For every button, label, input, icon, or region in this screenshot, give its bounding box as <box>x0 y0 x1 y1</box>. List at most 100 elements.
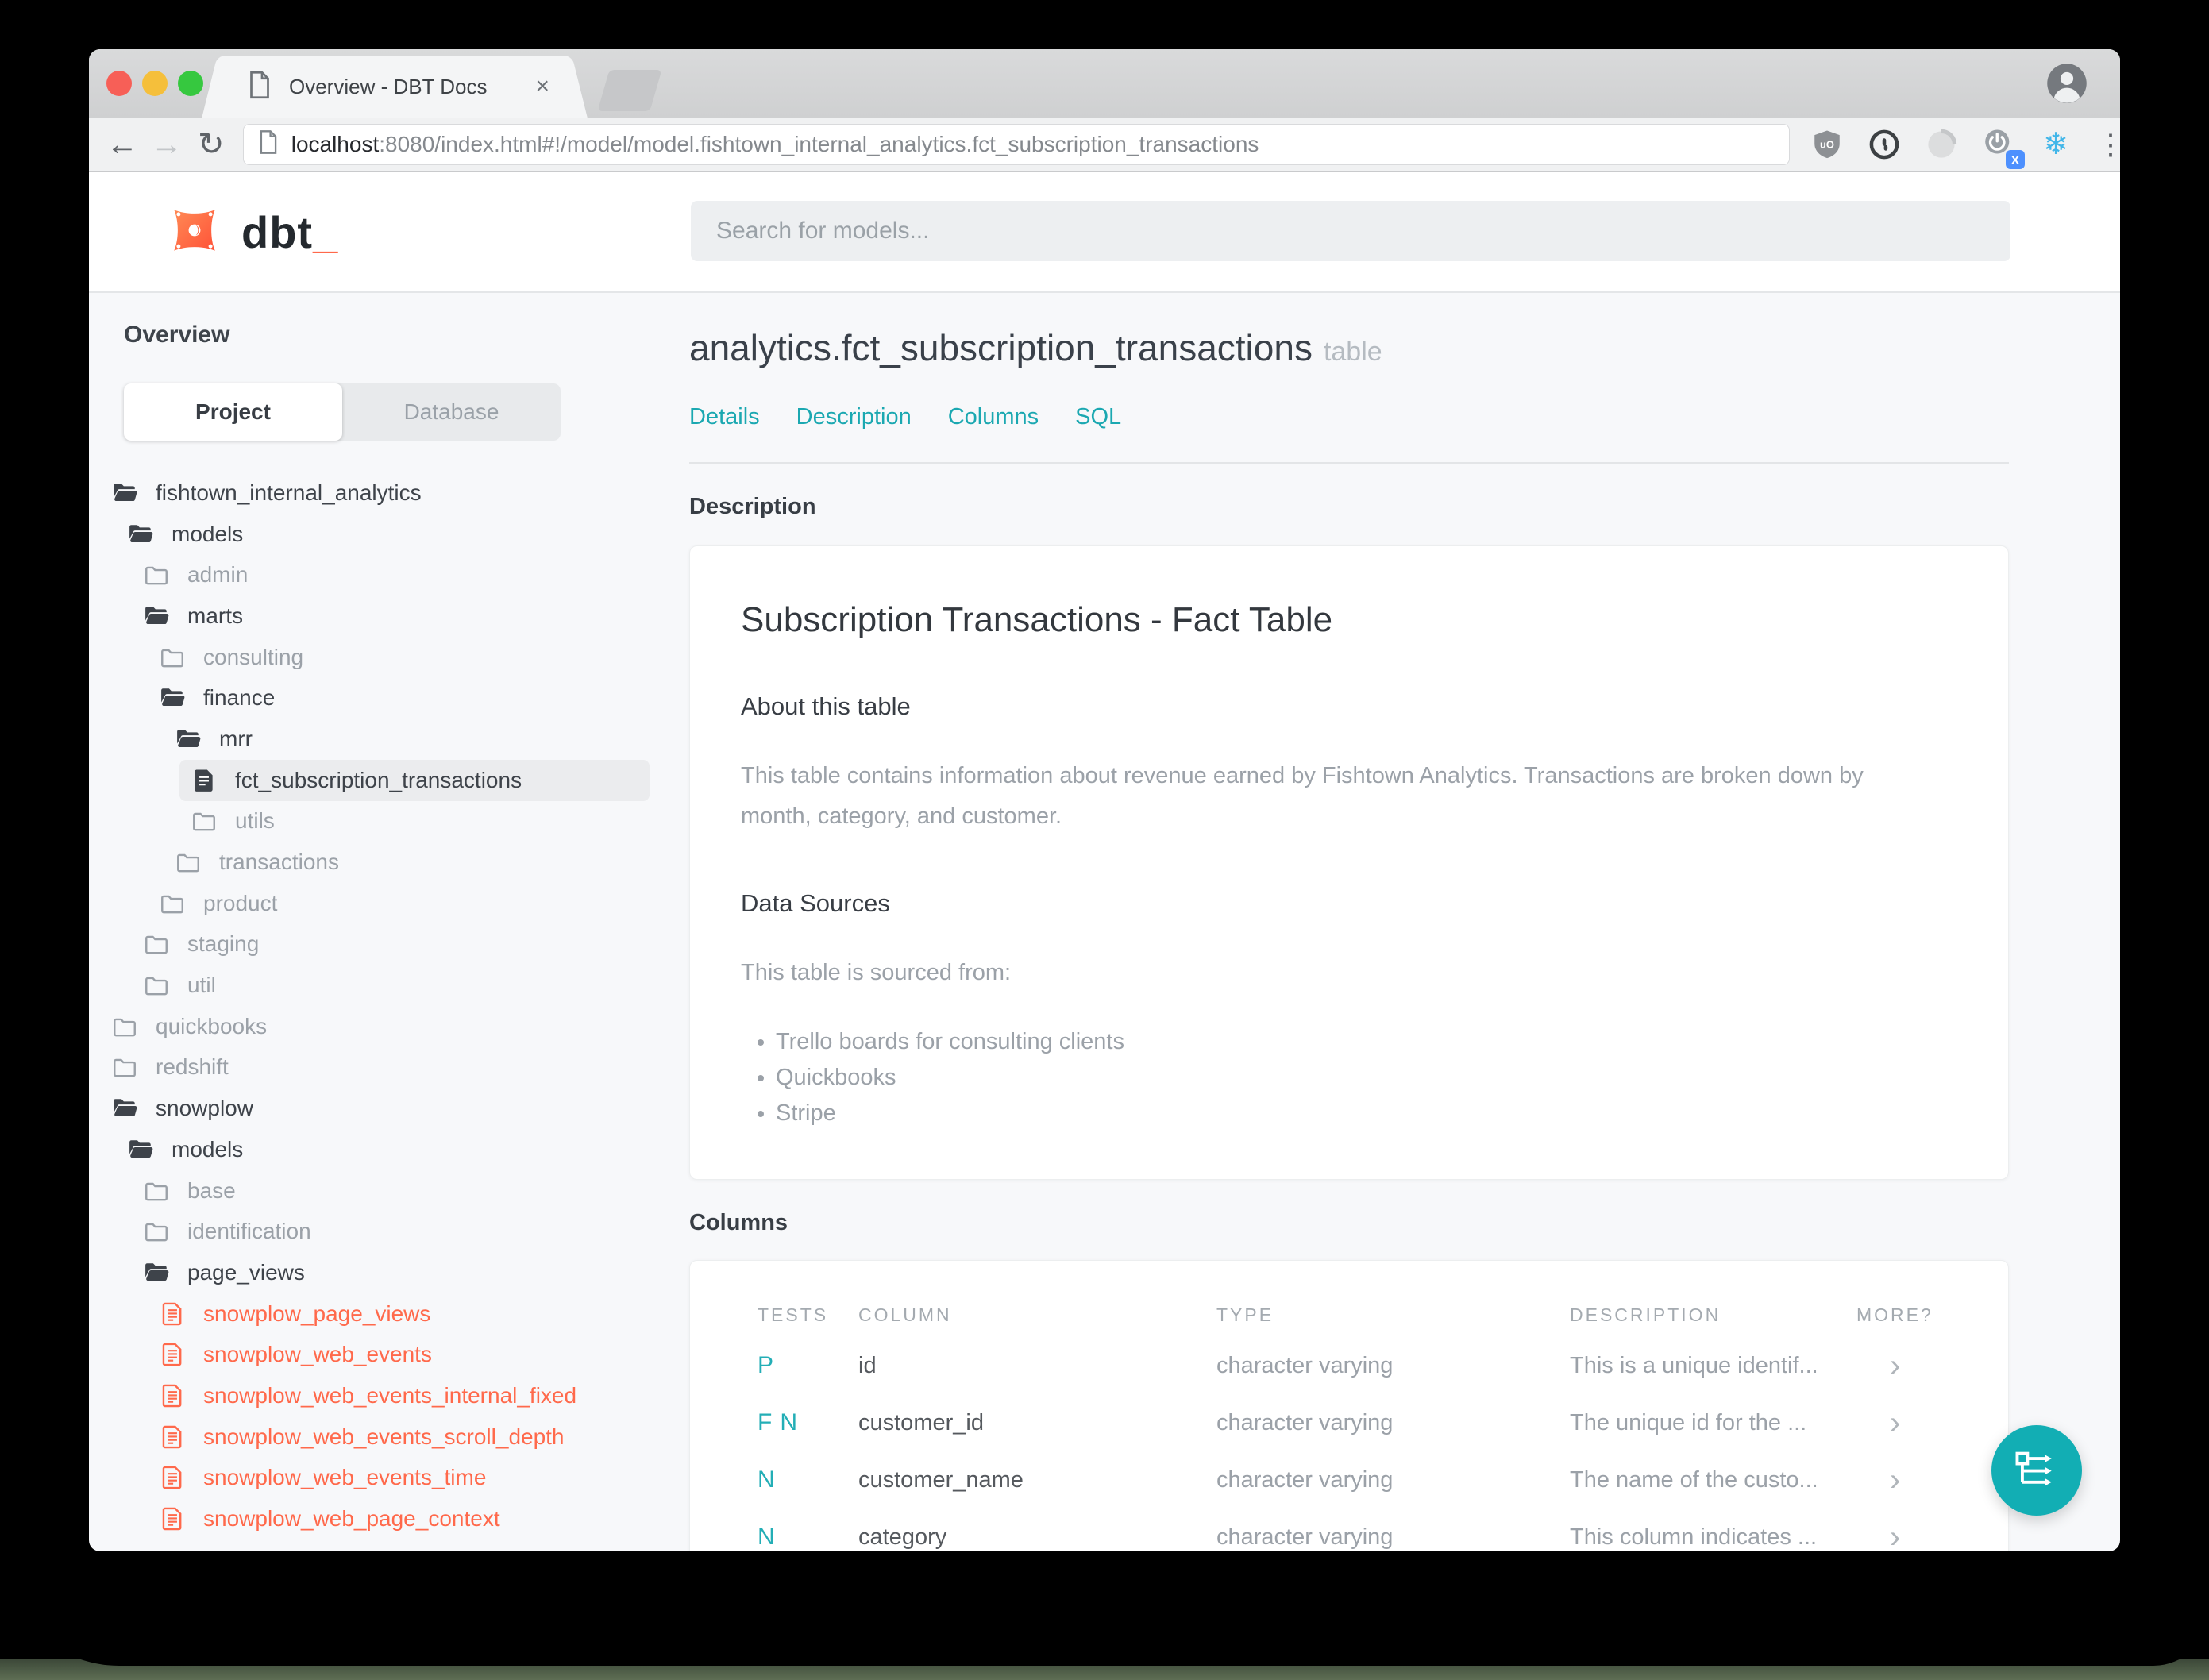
tree-item-snowplow_web_events_time[interactable]: snowplow_web_events_time <box>148 1458 650 1499</box>
row-expand-chevron-icon[interactable]: › <box>1856 1521 1942 1551</box>
tree-item-quickbooks[interactable]: quickbooks <box>100 1006 650 1047</box>
tree-item-redshift[interactable]: redshift <box>100 1047 650 1089</box>
test-badge-n[interactable]: N <box>780 1409 797 1435</box>
sidebar-tab-project[interactable]: Project <box>124 383 342 441</box>
browser-tab[interactable]: Overview - DBT Docs × <box>224 56 565 118</box>
url-host: localhost <box>291 131 380 156</box>
tree-item-snowplow[interactable]: snowplow <box>100 1088 650 1129</box>
tree-item-staging[interactable]: staging <box>132 924 650 965</box>
tree-item-mrr[interactable]: mrr <box>164 719 650 760</box>
tree-item-snowplow_web_events_scroll_depth[interactable]: snowplow_web_events_scroll_depth <box>148 1416 650 1458</box>
url-path: :8080/index.html#!/model/model.fishtown_… <box>379 131 1259 156</box>
tree-item-snowplow_web_events_internal_fixed[interactable]: snowplow_web_events_internal_fixed <box>148 1375 650 1416</box>
content-area: Overview Project Database fishtown_intern… <box>89 293 2120 1551</box>
extension-area: uO x ❄ ⋮ <box>1810 128 2120 169</box>
tree-item-consulting[interactable]: consulting <box>148 637 650 678</box>
column-name: customer_name <box>858 1466 1024 1493</box>
column-header-description: DESCRIPTION <box>1570 1304 1721 1325</box>
tree-item-label: staging <box>187 931 260 957</box>
tree-item-identification[interactable]: identification <box>132 1211 650 1252</box>
address-bar[interactable]: localhost:8080/index.html#!/model/model.… <box>242 123 1791 165</box>
folder-closed-icon <box>191 807 218 834</box>
lineage-graph-icon <box>2012 1444 2061 1497</box>
tree-item-label: transactions <box>219 850 339 875</box>
browser-tab-strip: Overview - DBT Docs × <box>89 49 2120 118</box>
header-divider <box>689 462 2009 464</box>
column-row-category[interactable]: Ncategory character varying This column in… <box>758 1509 1941 1551</box>
column-description: The unique id for the ... <box>1570 1409 1807 1435</box>
model-nav-details[interactable]: Details <box>689 404 760 430</box>
tree-item-label: quickbooks <box>156 1013 268 1038</box>
page-favicon-icon <box>248 71 272 103</box>
tree-item-util[interactable]: util <box>132 965 650 1006</box>
forward-button[interactable]: → <box>145 129 189 160</box>
svg-text:uO: uO <box>1820 138 1834 150</box>
model-page: analytics.fct_subscription_transactions t… <box>677 293 2120 1551</box>
column-type: character varying <box>1216 1524 1394 1550</box>
project-tree: fishtown_internal_analytics models admin… <box>89 472 677 1539</box>
onepassword-extension-icon[interactable] <box>1868 128 1901 161</box>
new-tab-button[interactable] <box>597 70 662 111</box>
tree-item-finance[interactable]: finance <box>148 677 650 719</box>
file-outline-icon <box>159 1382 186 1409</box>
tree-item-snowplow_page_views[interactable]: snowplow_page_views <box>148 1293 650 1335</box>
column-row-customer_name[interactable]: Ncustomer_name character varying The name … <box>758 1451 1941 1509</box>
file-outline-icon <box>159 1424 186 1451</box>
tree-item-product[interactable]: product <box>148 883 650 924</box>
source-item: Stripe <box>776 1096 1957 1131</box>
tree-item-fct_subscription_transactions[interactable]: fct_subscription_transactions <box>179 759 650 801</box>
folder-closed-icon <box>143 931 170 958</box>
sidebar-overview-link[interactable]: Overview <box>124 322 677 349</box>
tree-item-base[interactable]: base <box>132 1170 650 1212</box>
grammarly-extension-icon[interactable] <box>1925 128 1958 161</box>
tree-item-utils[interactable]: utils <box>179 801 650 842</box>
row-expand-chevron-icon[interactable]: › <box>1856 1464 1942 1496</box>
tree-item-label: marts <box>187 603 243 628</box>
sidebar-tab-database[interactable]: Database <box>342 383 561 441</box>
row-expand-chevron-icon[interactable]: › <box>1856 1350 1942 1381</box>
tree-item-fishtown_internal_analytics[interactable]: fishtown_internal_analytics <box>100 472 650 514</box>
file-outline-icon <box>159 1300 186 1327</box>
column-name: id <box>858 1352 877 1378</box>
tree-item-admin[interactable]: admin <box>132 554 650 595</box>
test-badge-p[interactable]: P <box>758 1352 773 1378</box>
tree-item-page_views[interactable]: page_views <box>132 1252 650 1293</box>
file-outline-icon <box>159 1341 186 1368</box>
column-row-id[interactable]: Pid character varying This is a unique ide… <box>758 1337 1941 1394</box>
model-nav-sql[interactable]: SQL <box>1075 404 1121 430</box>
browser-menu-icon[interactable]: ⋮ <box>2096 128 2120 161</box>
test-badge-f[interactable]: F <box>758 1409 772 1435</box>
back-button[interactable]: ← <box>100 129 145 160</box>
tree-item-marts[interactable]: marts <box>132 595 650 637</box>
url-text[interactable]: localhost:8080/index.html#!/model/model.… <box>291 132 1259 157</box>
lineage-graph-button[interactable] <box>1991 1425 2082 1516</box>
minimize-window-button[interactable] <box>142 71 168 96</box>
tab-close-icon[interactable]: × <box>535 73 549 100</box>
model-nav-columns[interactable]: Columns <box>948 404 1039 430</box>
page-security-icon[interactable] <box>258 129 279 159</box>
power-extension-icon[interactable]: x <box>1982 128 2026 169</box>
folder-closed-icon <box>175 849 202 876</box>
tree-item-snowplow_web_events[interactable]: snowplow_web_events <box>148 1334 650 1375</box>
search-input[interactable] <box>691 201 2010 261</box>
test-badges: N <box>758 1466 858 1493</box>
tree-item-snowplow_web_page_context[interactable]: snowplow_web_page_context <box>148 1498 650 1539</box>
dbt-logo[interactable]: dbt _ <box>168 204 337 260</box>
tree-item-models[interactable]: models <box>116 1129 650 1170</box>
column-header-tests: TESTS <box>758 1304 829 1325</box>
model-nav-description[interactable]: Description <box>796 404 912 430</box>
close-window-button[interactable] <box>106 71 132 96</box>
tree-item-transactions[interactable]: transactions <box>164 842 650 883</box>
tree-item-models[interactable]: models <box>116 514 650 555</box>
reload-button[interactable]: ↻ <box>189 129 233 160</box>
row-expand-chevron-icon[interactable]: › <box>1856 1407 1942 1439</box>
test-badge-n[interactable]: N <box>758 1524 775 1550</box>
test-badge-n[interactable]: N <box>758 1466 775 1493</box>
tree-item-label: snowplow <box>156 1096 253 1121</box>
snowflake-extension-icon[interactable]: ❄ <box>2039 128 2072 161</box>
ublock-extension-icon[interactable]: uO <box>1810 128 1844 161</box>
tree-item-label: redshift <box>156 1054 229 1080</box>
column-row-customer_id[interactable]: F Ncustomer_id character varying The unique… <box>758 1394 1941 1451</box>
browser-profile-avatar[interactable] <box>2045 62 2088 105</box>
zoom-window-button[interactable] <box>178 71 203 96</box>
